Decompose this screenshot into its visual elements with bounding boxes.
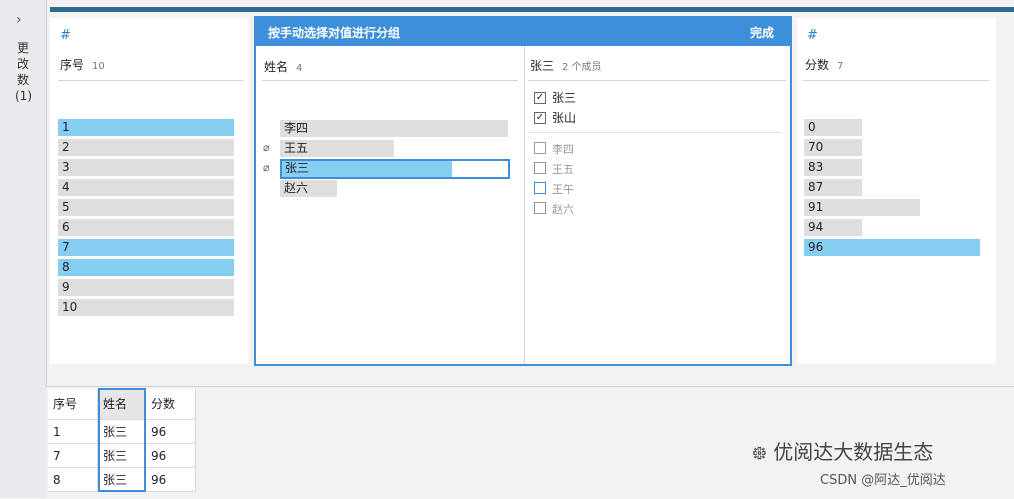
member-label: 张三 xyxy=(552,91,577,105)
member-checkbox[interactable] xyxy=(534,162,546,174)
manual-group-dialog[interactable]: 按手动选择对值进行分组 完成 姓名 4 李四 ⌀ 王五 ⌀ 张三赵六 张三 2 个成员 ✓ 张… xyxy=(254,16,792,366)
grid-cell[interactable]: 7 xyxy=(48,444,98,468)
profile-card-score[interactable]: # 分数 7 0 70 83 87 91 94 96 xyxy=(797,18,996,364)
header-divider xyxy=(803,80,989,81)
member-label: 张山 xyxy=(552,111,577,125)
header-divider xyxy=(262,80,518,81)
seq-value-bar[interactable]: 7 xyxy=(58,239,234,256)
seq-value-bar[interactable]: 5 xyxy=(58,199,234,216)
watermark-line1: 优阅达大数据生态 xyxy=(773,440,934,464)
column-count: 4 xyxy=(296,63,303,74)
column-header-score[interactable]: 分数 7 xyxy=(805,54,843,73)
group-name: 张三 xyxy=(530,59,555,73)
column-name: 姓名 xyxy=(264,60,289,74)
dialog-title: 按手动选择对值进行分组 xyxy=(268,26,401,40)
grid-cell[interactable]: 96 xyxy=(146,444,196,468)
watermark-brand: ᪥ 优阅达大数据生态 xyxy=(752,436,933,470)
dialog-divider xyxy=(524,46,525,364)
number-type-icon: # xyxy=(60,28,71,43)
dialog-header: 按手动选择对值进行分组 完成 xyxy=(256,18,790,46)
name-value-label: 张三 xyxy=(285,161,310,175)
member-checkbox[interactable] xyxy=(534,202,546,214)
member-checkbox[interactable] xyxy=(534,142,546,154)
seq-value-bar[interactable]: 9 xyxy=(58,279,234,296)
member-label: 李四 xyxy=(552,143,574,156)
member-checkbox-checked[interactable]: ✓ xyxy=(534,112,546,124)
name-value-bar[interactable]: 赵六 xyxy=(280,180,337,197)
score-value-bar[interactable]: 94 xyxy=(804,219,862,236)
changes-count-label: 更改数 (1) xyxy=(15,41,32,103)
name-value-bar-selected[interactable]: 张三 xyxy=(280,159,510,179)
grid-header-cell[interactable]: 序号 xyxy=(48,389,98,420)
score-value-bar[interactable]: 91 xyxy=(804,199,920,216)
grid-header-cell[interactable]: 分数 xyxy=(146,389,196,420)
column-header-name[interactable]: 姓名 4 xyxy=(264,56,302,75)
grid-cell[interactable]: 8 xyxy=(48,468,98,492)
name-value-bar[interactable]: 李四 xyxy=(280,120,508,137)
seq-value-bar[interactable]: 6 xyxy=(58,219,234,236)
seq-value-bar[interactable]: 4 xyxy=(58,179,234,196)
changes-rail[interactable]: › 更改数 (1) xyxy=(0,0,47,498)
member-label: 赵六 xyxy=(552,203,574,216)
column-count: 7 xyxy=(837,61,844,72)
member-divider xyxy=(528,132,782,133)
seq-value-bar[interactable]: 3 xyxy=(58,159,234,176)
paperclip-icon: ⌀ xyxy=(263,141,270,154)
header-divider xyxy=(528,80,786,81)
grid-cell[interactable]: 96 xyxy=(146,420,196,444)
score-value-bar[interactable]: 0 xyxy=(804,119,862,136)
group-header[interactable]: 张三 2 个成员 xyxy=(530,55,602,74)
seq-value-bar[interactable]: 1 xyxy=(58,119,234,136)
grid-cell[interactable]: 96 xyxy=(146,468,196,492)
column-header-seq[interactable]: 序号 10 xyxy=(60,54,105,73)
done-button[interactable]: 完成 xyxy=(750,24,774,41)
member-label: 王五 xyxy=(552,163,574,176)
score-value-bar[interactable]: 83 xyxy=(804,159,862,176)
paperclip-icon: ⌀ xyxy=(263,161,270,174)
name-value-bar[interactable]: 王五 xyxy=(280,140,394,157)
column-name: 序号 xyxy=(60,58,85,72)
group-member-count: 2 个成员 xyxy=(562,62,602,73)
score-value-bar[interactable]: 87 xyxy=(804,179,862,196)
number-type-icon: # xyxy=(807,28,818,43)
seq-value-bar[interactable]: 10 xyxy=(58,299,234,316)
seq-value-bar[interactable]: 8 xyxy=(58,259,234,276)
column-count: 10 xyxy=(92,61,105,72)
watermark-author: CSDN @阿达_优阅达 xyxy=(820,473,946,488)
score-value-bar[interactable]: 96 xyxy=(804,239,980,256)
profile-card-seq[interactable]: # 序号 10 1 2 3 4 5 6 7 8 9 10 xyxy=(50,18,249,364)
top-accent-bar xyxy=(50,7,1014,12)
member-checkbox-checked[interactable]: ✓ xyxy=(534,92,546,104)
member-label: 王午 xyxy=(552,183,574,196)
grid-cell[interactable]: 1 xyxy=(48,420,98,444)
member-checkbox[interactable] xyxy=(534,182,546,194)
wechat-icon: ᪥ xyxy=(752,440,774,464)
column-name: 分数 xyxy=(805,58,830,72)
seq-value-bar[interactable]: 2 xyxy=(58,139,234,156)
score-value-bar[interactable]: 70 xyxy=(804,139,862,156)
selected-column-outline xyxy=(98,388,146,492)
header-divider xyxy=(58,80,244,81)
chevron-right-icon[interactable]: › xyxy=(16,12,22,28)
